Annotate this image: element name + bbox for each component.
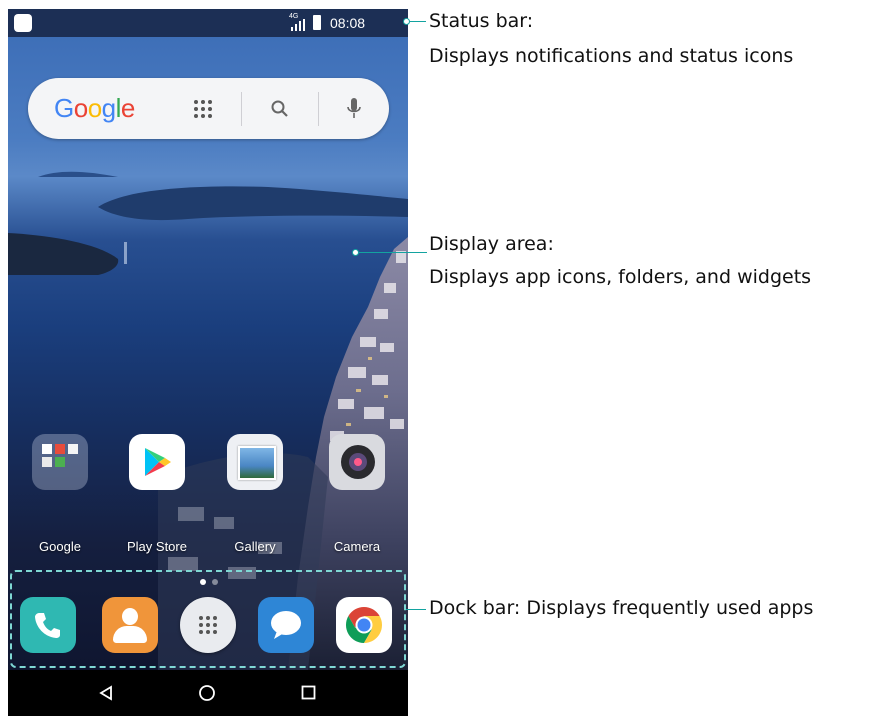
microphone-icon[interactable] [346,97,362,121]
apps-grid-icon[interactable] [193,99,213,119]
status-annotation-line [410,21,426,22]
dock-annotation-line [406,609,426,610]
search-divider-2 [318,92,319,126]
status-annotation-desc: Displays notifications and status icons [429,45,794,67]
search-divider-1 [241,92,242,126]
battery-icon [313,15,321,30]
play-store-icon[interactable] [129,434,185,490]
signal-icon [291,19,305,31]
display-annotation-dot [352,249,359,256]
dock-annotation-text: Dock bar: Displays frequently used apps [429,597,814,619]
display-annotation-desc: Displays app icons, folders, and widgets [429,266,812,288]
app-label-google: Google [39,539,81,554]
notification-icon [14,14,32,32]
back-icon[interactable] [98,685,114,701]
status-bar: 4G 08:08 [8,9,408,37]
display-annotation-title: Display area: [429,233,554,255]
gallery-icon[interactable] [227,434,283,490]
app-label-gallery: Gallery [234,539,276,554]
app-label-play-store: Play Store [127,539,187,554]
navigation-bar [8,670,408,716]
status-annotation-dot [403,18,410,25]
status-time: 08:08 [330,15,366,31]
search-icon[interactable] [270,99,290,119]
dock-highlight-box [10,570,406,668]
home-icon[interactable] [198,684,216,702]
folder-icon[interactable] [32,434,88,490]
display-annotation-line [359,252,427,253]
google-search-widget[interactable]: Google [28,78,389,139]
camera-icon[interactable] [329,434,385,490]
app-label-camera: Camera [333,539,381,554]
status-annotation-title: Status bar: [429,10,534,32]
google-logo: Google [54,93,135,123]
recents-icon[interactable] [301,685,316,700]
